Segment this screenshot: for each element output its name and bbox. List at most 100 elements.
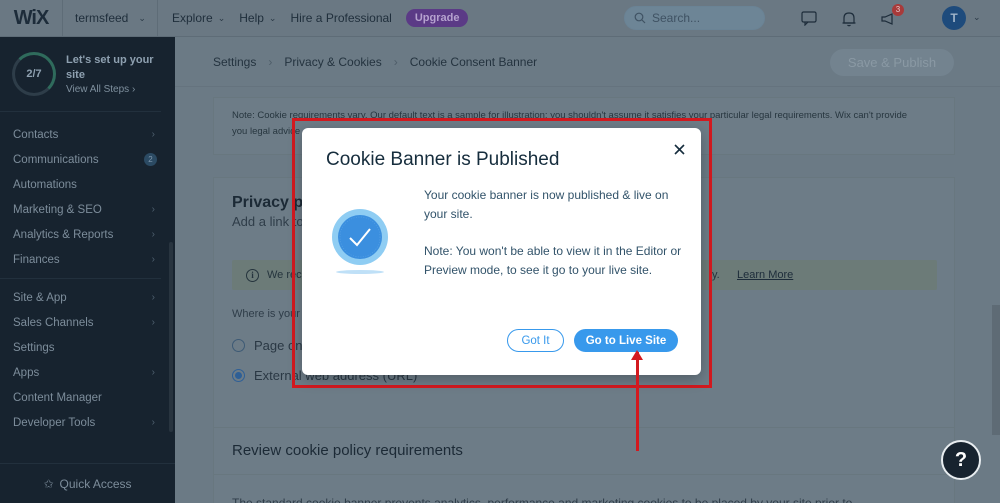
got-it-button[interactable]: Got It [507, 329, 564, 352]
top-icons: 3 [800, 0, 904, 37]
quick-access-label: Quick Access [59, 476, 132, 491]
breadcrumb: Settings › Privacy & Cookies › Cookie Co… [175, 37, 1000, 87]
divider [214, 474, 956, 475]
chevron-right-icon: › [151, 229, 155, 240]
nav-hire-professional[interactable]: Hire a Professional [290, 11, 391, 25]
sidebar: 2/7 Let's set up your site View All Step… [0, 37, 175, 503]
nav-help-label: Help [239, 11, 264, 25]
bell-icon[interactable] [840, 10, 858, 28]
radio-button-selected[interactable] [232, 369, 245, 382]
sidebar-item-label: Apps [13, 366, 40, 379]
sidebar-item-content-manager[interactable]: Content Manager [0, 385, 175, 410]
progress-ring: 2/7 [12, 52, 56, 96]
sidebar-item-label: Contacts [13, 128, 59, 141]
quick-access-button[interactable]: ✩ Quick Access [0, 463, 175, 503]
info-text-tail: y. [712, 269, 720, 281]
upgrade-button[interactable]: Upgrade [405, 9, 469, 27]
search-icon [634, 12, 646, 24]
sidebar-item-site-app[interactable]: Site & App › [0, 285, 175, 310]
chevron-right-icon: › [151, 204, 155, 215]
avatar[interactable]: T [942, 6, 966, 30]
chevron-down-icon: ⌄ [268, 12, 277, 23]
chevron-right-icon: › [151, 292, 155, 303]
annotation-arrow [636, 352, 639, 451]
chevron-right-icon: › [151, 417, 155, 428]
sidebar-item-label: Sales Channels [13, 316, 94, 329]
dialog-body: Your cookie banner is now published & li… [424, 186, 689, 280]
breadcrumb-settings[interactable]: Settings [213, 55, 256, 69]
annotation-arrow-head [631, 350, 643, 360]
chevron-right-icon: › [151, 129, 155, 140]
learn-more-link[interactable]: Learn More [737, 269, 793, 281]
megaphone-icon[interactable]: 3 [880, 3, 904, 28]
sidebar-menu: Contacts › Communications 2 Automations Ma… [0, 112, 175, 435]
sidebar-item-label: Content Manager [13, 391, 102, 404]
chevron-right-icon: › [151, 317, 155, 328]
chevron-down-icon: ⌄ [217, 12, 226, 23]
search-placeholder: Search... [652, 11, 701, 25]
sidebar-item-developer-tools[interactable]: Developer Tools › [0, 410, 175, 435]
radio-button[interactable] [232, 339, 245, 352]
view-all-steps-label: View All Steps [66, 84, 130, 95]
chevron-right-icon: › [393, 54, 398, 69]
help-button[interactable]: ? [941, 440, 981, 480]
chevron-right-icon: › [151, 254, 155, 265]
site-name: termsfeed [75, 11, 129, 25]
top-nav: Explore ⌄ Help ⌄ Hire a Professional Upgra… [158, 9, 469, 27]
nav-help[interactable]: Help ⌄ [239, 11, 276, 25]
sidebar-item-marketing-seo[interactable]: Marketing & SEO › [0, 197, 175, 222]
where-label: Where is your [232, 308, 300, 320]
chevron-right-icon: › [151, 367, 155, 378]
dialog-title: Cookie Banner is Published [326, 149, 560, 170]
count-badge: 2 [144, 153, 157, 166]
notifications-badge: 3 [892, 3, 904, 16]
save-publish-button[interactable]: Save & Publish [830, 49, 954, 76]
search-input[interactable]: Search... [624, 6, 765, 30]
sidebar-item-label: Communications [13, 153, 99, 166]
chevron-right-icon: › [268, 54, 273, 69]
sidebar-item-finances[interactable]: Finances › [0, 247, 175, 272]
sidebar-item-label: Finances [13, 253, 60, 266]
sidebar-item-label: Settings [13, 341, 55, 354]
published-dialog: Cookie Banner is Published Your cookie b… [302, 128, 701, 375]
info-icon: i [246, 268, 259, 282]
dialog-note: Note: You won't be able to view it in th… [424, 244, 682, 277]
view-all-steps-link[interactable]: View All Steps › [66, 84, 161, 95]
top-bar: WiX termsfeed ⌄ Explore ⌄ Help ⌄ Hire a Pr… [0, 0, 1000, 37]
review-section-title: Review cookie policy requirements [232, 442, 463, 459]
sidebar-item-label: Marketing & SEO [13, 203, 102, 216]
sidebar-item-analytics-reports[interactable]: Analytics & Reports › [0, 222, 175, 247]
go-to-live-site-button[interactable]: Go to Live Site [574, 329, 678, 352]
sidebar-item-label: Site & App [13, 291, 67, 304]
nav-explore-label: Explore [172, 11, 213, 25]
sidebar-item-contacts[interactable]: Contacts › [0, 122, 175, 147]
chevron-down-icon[interactable]: ⌄ [973, 12, 981, 23]
setup-progress[interactable]: 2/7 Let's set up your site View All Step… [0, 37, 161, 112]
sidebar-item-label: Developer Tools [13, 416, 96, 429]
breadcrumb-privacy-cookies[interactable]: Privacy & Cookies [284, 55, 381, 69]
sidebar-item-automations[interactable]: Automations [0, 172, 175, 197]
sidebar-scrollbar[interactable] [169, 242, 173, 432]
sidebar-item-settings[interactable]: Settings [0, 335, 175, 360]
chevron-down-icon: ⌄ [138, 12, 146, 23]
sidebar-item-sales-channels[interactable]: Sales Channels › [0, 310, 175, 335]
close-icon[interactable] [671, 141, 687, 157]
sidebar-item-apps[interactable]: Apps › [0, 360, 175, 385]
sidebar-item-label: Analytics & Reports [13, 228, 114, 241]
sidebar-item-communications[interactable]: Communications 2 [0, 147, 175, 172]
setup-title: Let's set up your site [66, 54, 154, 81]
main-scrollbar[interactable] [992, 305, 1000, 435]
nav-hire-label: Hire a Professional [290, 11, 392, 25]
review-card: Review cookie policy requirements The st… [213, 427, 956, 503]
wix-logo[interactable]: WiX [0, 0, 63, 37]
sparkle-icon: ✩ [43, 476, 54, 491]
review-text: The standard cookie banner prevents anal… [232, 496, 853, 503]
divider [0, 278, 161, 279]
nav-explore[interactable]: Explore ⌄ [172, 11, 225, 25]
sidebar-item-label: Automations [13, 178, 77, 191]
site-selector[interactable]: termsfeed ⌄ [63, 0, 158, 37]
check-badge-icon [330, 208, 390, 278]
chat-icon[interactable] [800, 10, 818, 28]
chevron-right-icon: › [131, 84, 136, 95]
dialog-message: Your cookie banner is now published & li… [424, 188, 669, 221]
